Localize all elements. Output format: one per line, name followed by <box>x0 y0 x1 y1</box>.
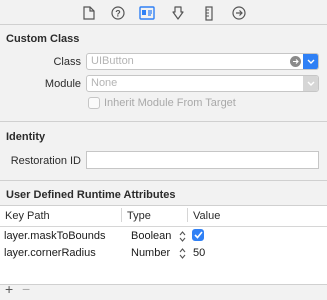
chevron-down-icon[interactable] <box>303 76 318 91</box>
type-cell[interactable]: Boolean <box>131 230 171 242</box>
attributes-inspector-icon[interactable] <box>170 5 186 21</box>
module-combobox[interactable]: None <box>86 75 319 92</box>
key-path-cell[interactable]: layer.cornerRadius <box>4 247 96 259</box>
runtime-attributes-table: Key Path Type Value layer.maskToBounds B… <box>0 205 327 285</box>
add-attribute-button[interactable]: + <box>5 281 13 297</box>
table-footer: + − <box>0 281 327 300</box>
file-icon[interactable] <box>81 5 97 21</box>
restoration-id-field[interactable] <box>86 151 319 169</box>
inherit-module-label: Inherit Module From Target <box>104 97 236 109</box>
identity-inspector-icon[interactable] <box>139 5 155 21</box>
size-inspector-icon[interactable] <box>201 5 217 21</box>
type-cell[interactable]: Number <box>131 247 170 259</box>
identity-title: Identity <box>6 131 46 143</box>
type-stepper-icon[interactable] <box>179 231 186 242</box>
class-label: Class <box>53 56 81 68</box>
divider <box>0 121 327 122</box>
checkmark-icon <box>193 231 203 239</box>
help-icon[interactable]: ? <box>110 5 126 21</box>
header-divider <box>0 226 327 227</box>
key-path-cell[interactable]: layer.maskToBounds <box>4 230 106 242</box>
svg-text:?: ? <box>115 9 121 19</box>
connections-inspector-icon[interactable] <box>231 5 247 21</box>
inspector-toolbar: ? <box>0 0 327 25</box>
class-combobox[interactable]: UIButton <box>86 53 319 70</box>
inherit-module-checkbox[interactable] <box>88 97 100 109</box>
module-placeholder: None <box>91 77 118 89</box>
value-checkbox[interactable] <box>192 229 204 241</box>
divider <box>0 180 327 181</box>
runtime-attributes-title: User Defined Runtime Attributes <box>6 189 176 201</box>
module-label: Module <box>44 78 81 90</box>
remove-attribute-button[interactable]: − <box>22 281 30 297</box>
value-cell[interactable]: 50 <box>193 247 205 259</box>
chevron-down-icon[interactable] <box>303 54 318 69</box>
class-placeholder: UIButton <box>91 55 134 67</box>
go-to-class-icon[interactable] <box>290 56 301 67</box>
column-header-type[interactable]: Type <box>127 210 151 222</box>
column-header-value[interactable]: Value <box>193 210 220 222</box>
column-header-key-path[interactable]: Key Path <box>5 210 50 222</box>
custom-class-title: Custom Class <box>6 33 80 45</box>
column-separator[interactable] <box>121 208 122 222</box>
type-stepper-icon[interactable] <box>179 248 186 259</box>
restoration-id-label: Restoration ID <box>10 155 81 167</box>
column-separator[interactable] <box>187 208 188 222</box>
